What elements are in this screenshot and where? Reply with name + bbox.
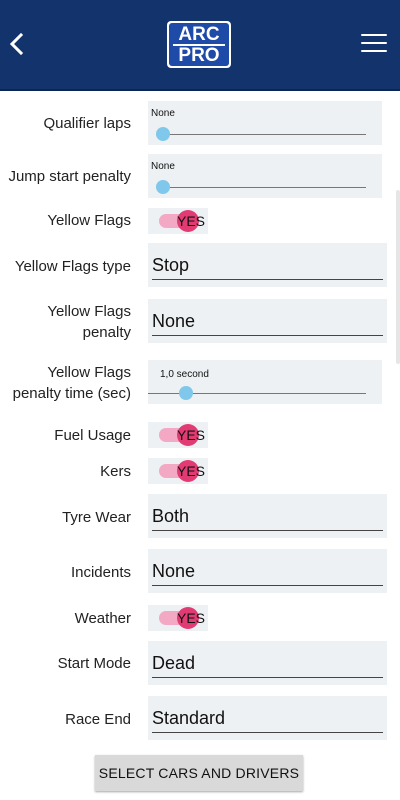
yellow-flags-type-label: Yellow Flags type — [14, 258, 131, 275]
yellow-flags-penalty-time-slider[interactable]: 1,0 second — [148, 360, 382, 404]
start-mode-label: Start Mode — [57, 655, 131, 672]
race-end-value: Standard — [152, 708, 226, 728]
logo-text-top: ARC — [178, 23, 220, 45]
kers-label: Kers — [100, 463, 131, 480]
jump-start-penalty-slider[interactable]: None — [148, 154, 382, 198]
field-underline — [152, 279, 383, 280]
hamburger-menu-icon[interactable] — [361, 34, 387, 54]
tyre-wear-value: Both — [152, 506, 190, 526]
race-end-label: Race End — [65, 711, 131, 728]
incidents-value: None — [152, 561, 196, 581]
incidents-label: Incidents — [70, 564, 131, 581]
slider-thumb[interactable] — [156, 127, 170, 141]
yellow-flags-label: Yellow Flags — [47, 212, 131, 229]
start-mode-dropdown[interactable]: Dead — [148, 641, 387, 685]
weather-toggle[interactable]: YES — [148, 605, 208, 631]
chevron-left-icon — [4, 32, 34, 56]
slider-track — [156, 134, 366, 135]
app-header: ARC PRO — [0, 0, 400, 91]
fuel-usage-state: YES — [177, 427, 206, 443]
kers-state: YES — [177, 463, 206, 479]
yellow-flags-type-dropdown[interactable]: Stop — [148, 243, 387, 287]
tyre-wear-label: Tyre Wear — [62, 509, 131, 526]
jump-start-penalty-label: Jump start penalty — [8, 168, 131, 185]
yellow-flags-penalty-dropdown[interactable]: None — [148, 299, 387, 343]
select-cars-and-drivers-button[interactable]: SELECT CARS AND DRIVERS — [95, 755, 303, 791]
qualifier-laps-slider[interactable]: None — [148, 101, 382, 145]
qualifier-laps-value: None — [151, 108, 175, 119]
slider-track — [156, 187, 366, 188]
back-button[interactable] — [4, 28, 34, 60]
yellow-flags-toggle[interactable]: YES — [148, 208, 208, 234]
yellow-flags-penalty-label-1: Yellow Flags — [47, 303, 131, 320]
qualifier-laps-label: Qualifier laps — [43, 115, 131, 132]
field-underline — [152, 530, 383, 531]
race-end-dropdown[interactable]: Standard — [148, 696, 387, 740]
weather-state: YES — [177, 610, 206, 626]
yellow-flags-penalty-value: None — [152, 311, 196, 331]
incidents-dropdown[interactable]: None — [148, 549, 387, 593]
yellow-flags-type-value: Stop — [152, 255, 190, 275]
kers-toggle[interactable]: YES — [148, 458, 208, 484]
field-underline — [152, 585, 383, 586]
fuel-usage-toggle[interactable]: YES — [148, 422, 208, 448]
slider-thumb[interactable] — [156, 180, 170, 194]
fuel-usage-label: Fuel Usage — [54, 427, 131, 444]
tyre-wear-dropdown[interactable]: Both — [148, 494, 387, 538]
scroll-indicator[interactable] — [396, 190, 400, 364]
yellow-flags-penalty-time-value: 1,0 second — [160, 369, 209, 380]
jump-start-penalty-value: None — [151, 161, 175, 172]
weather-label: Weather — [74, 610, 131, 627]
field-underline — [152, 677, 383, 678]
field-underline — [152, 732, 383, 733]
logo-text-bottom: PRO — [173, 43, 225, 65]
yellow-flags-penalty-label-2: penalty — [82, 324, 131, 341]
arc-pro-logo: ARC PRO — [167, 21, 231, 68]
field-underline — [152, 335, 383, 336]
yellow-flags-penalty-time-label-1: Yellow Flags — [47, 364, 131, 381]
slider-thumb[interactable] — [179, 386, 193, 400]
yellow-flags-state: YES — [177, 213, 206, 229]
yellow-flags-penalty-time-label-2: penalty time (sec) — [12, 385, 131, 402]
start-mode-value: Dead — [152, 653, 196, 673]
